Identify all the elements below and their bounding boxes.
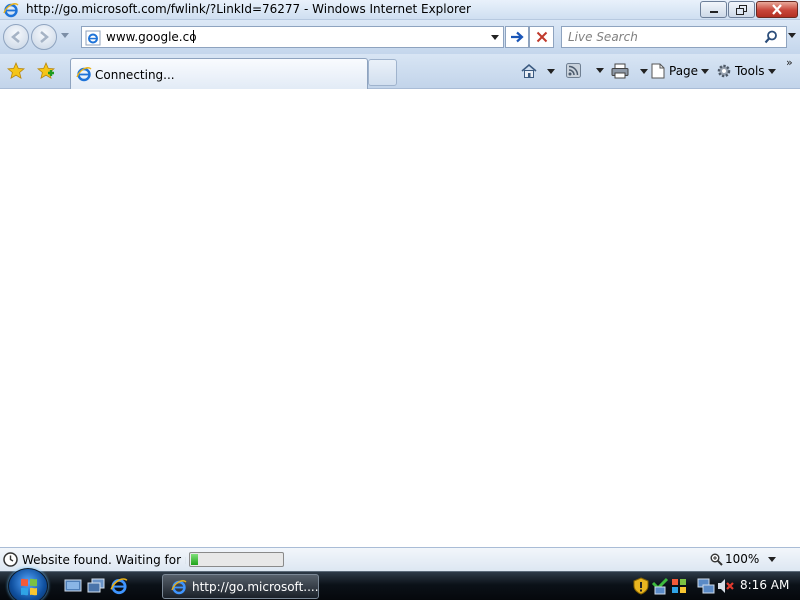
- status-text: Website found. Waiting for rep: [22, 553, 186, 567]
- add-favorite-icon[interactable]: [37, 62, 55, 80]
- arrow-right-icon: [511, 31, 524, 43]
- printer-icon: [611, 63, 629, 79]
- chevron-down-icon: [596, 68, 604, 73]
- zoom-button[interactable]: 100%: [710, 552, 759, 566]
- x-icon: [536, 31, 547, 43]
- loading-clock-icon: [3, 552, 18, 567]
- zoom-level: 100%: [725, 552, 760, 566]
- forward-arrow-icon: [40, 31, 49, 43]
- address-dropdown-button[interactable]: [486, 27, 503, 47]
- search-options-dropdown[interactable]: [788, 33, 796, 38]
- search-box[interactable]: Live Search: [561, 26, 787, 48]
- progress-fill: [191, 554, 198, 565]
- back-button[interactable]: [3, 24, 29, 50]
- recent-pages-dropdown[interactable]: [61, 33, 69, 39]
- new-tab-button[interactable]: [368, 59, 397, 86]
- chevron-down-icon: [640, 68, 648, 74]
- chevron-double-right-icon[interactable]: »: [786, 56, 793, 69]
- switch-windows-icon[interactable]: [87, 577, 105, 595]
- restore-button[interactable]: [728, 1, 755, 18]
- zoom-dropdown[interactable]: [768, 557, 776, 562]
- close-button[interactable]: [756, 1, 798, 18]
- rss-feed-icon: [566, 63, 581, 78]
- windows-flag-icon: [21, 578, 37, 596]
- network-safety-icon[interactable]: [651, 577, 669, 595]
- chevron-down-icon: [490, 34, 499, 40]
- speaker-muted-icon[interactable]: [716, 577, 734, 595]
- address-input[interactable]: www.google.co: [106, 30, 197, 44]
- clock[interactable]: 8:16 AM: [740, 578, 789, 592]
- go-button[interactable]: [505, 26, 529, 48]
- favorites-star-icon[interactable]: [7, 62, 25, 80]
- tab-label: Connecting...: [95, 68, 175, 82]
- tab-command-bar: Connecting... Page Tools »: [0, 54, 800, 89]
- minimize-icon: [709, 10, 718, 13]
- progress-bar: [189, 552, 284, 567]
- stop-button[interactable]: [529, 26, 554, 48]
- show-desktop-icon[interactable]: [64, 577, 82, 595]
- ie-icon: [171, 579, 187, 595]
- page-content[interactable]: [0, 89, 800, 547]
- ie-page-icon: [76, 66, 92, 82]
- magnifier-icon[interactable]: [764, 30, 778, 44]
- chevron-down-icon: [767, 68, 776, 74]
- shield-alert-icon[interactable]: [632, 577, 650, 595]
- text-caret: [192, 30, 194, 44]
- print-button[interactable]: [611, 63, 648, 79]
- windows-taskbar: http://go.microsoft.... 8:16 AM: [0, 568, 800, 600]
- network-disconnected-icon[interactable]: [697, 577, 715, 595]
- page-menu-button[interactable]: Page: [651, 63, 710, 79]
- tab-active[interactable]: Connecting...: [70, 58, 368, 89]
- window-title: http://go.microsoft.com/fwlink/?LinkId=7…: [26, 2, 471, 16]
- home-button[interactable]: [520, 63, 555, 79]
- home-icon: [521, 63, 537, 78]
- window-title-bar[interactable]: http://go.microsoft.com/fwlink/?LinkId=7…: [0, 0, 800, 20]
- ie-logo-icon: [3, 2, 19, 18]
- gear-icon: [717, 64, 731, 78]
- chevron-down-icon: [701, 68, 710, 74]
- status-bar: Website found. Waiting for rep 100%: [0, 547, 800, 571]
- page-icon: [651, 63, 665, 79]
- forward-button[interactable]: [31, 24, 57, 50]
- taskbar-ie-window[interactable]: http://go.microsoft....: [162, 574, 319, 599]
- back-arrow-icon: [11, 31, 20, 43]
- chevron-down-icon: [547, 68, 555, 74]
- tools-menu-button[interactable]: Tools: [716, 63, 776, 79]
- windows-flag-icon[interactable]: [670, 577, 688, 595]
- search-input[interactable]: Live Search: [568, 30, 638, 44]
- zoom-magnifier-icon: [710, 553, 723, 566]
- tools-menu-label: Tools: [735, 64, 765, 78]
- minimize-button[interactable]: [700, 1, 727, 18]
- close-icon: [772, 4, 782, 15]
- navigation-bar: www.google.co Live Search: [0, 20, 800, 54]
- ie-page-icon: [85, 30, 101, 46]
- ie-icon[interactable]: [110, 577, 128, 595]
- taskbar-window-label: http://go.microsoft....: [192, 580, 319, 594]
- address-bar[interactable]: www.google.co: [81, 26, 504, 48]
- feeds-button[interactable]: [566, 63, 604, 78]
- restore-icon: [735, 4, 747, 15]
- start-button[interactable]: [8, 568, 48, 600]
- page-menu-label: Page: [669, 64, 699, 78]
